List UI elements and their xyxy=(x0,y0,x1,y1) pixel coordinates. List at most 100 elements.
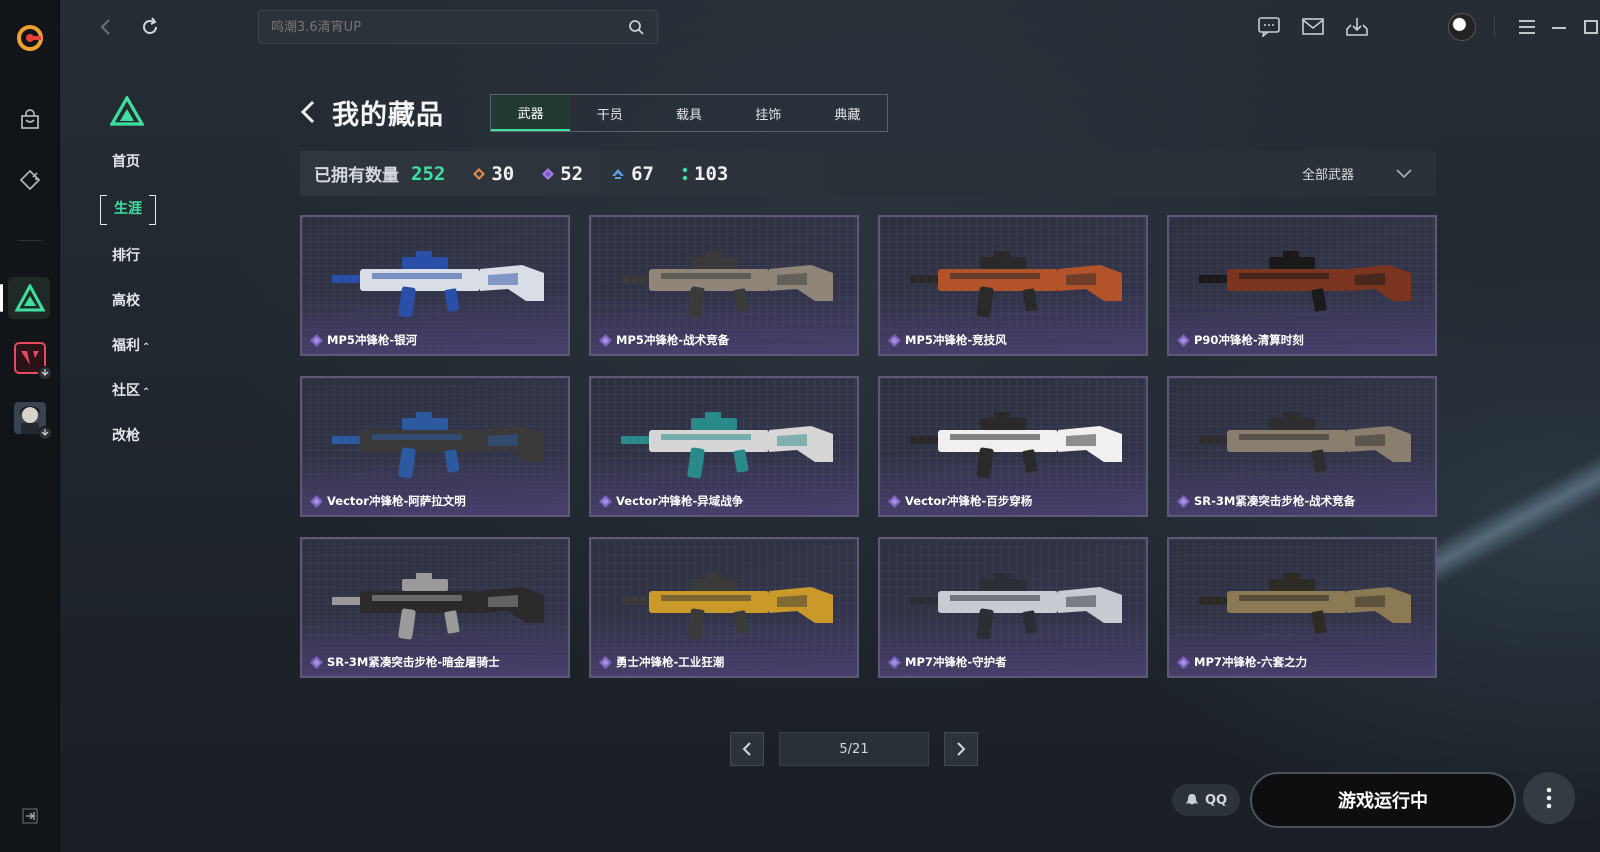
rarity-diamond-icon xyxy=(1177,655,1190,669)
weapon-skin-image xyxy=(332,251,544,318)
weapon-name-text: SR-3M紧凑突击步枪-战术竞备 xyxy=(1194,494,1356,508)
game-running-button[interactable]: 游戏运行中 xyxy=(1250,772,1516,828)
subnav-ranking[interactable]: 排行 xyxy=(112,244,180,268)
weapon-card[interactable]: P90冲锋枪-清算时刻 xyxy=(1167,215,1437,356)
owned-total: 252 xyxy=(411,162,446,185)
rarity-purple-count: 52 xyxy=(560,162,584,185)
rarity-diamond-icon xyxy=(310,494,323,508)
weapon-card[interactable]: Vector冲锋枪-百步穿杨 xyxy=(878,376,1148,517)
mail-icon[interactable] xyxy=(1300,14,1326,40)
weapon-skin-image xyxy=(1199,412,1411,473)
weapon-skin-image xyxy=(332,573,544,640)
weapon-card[interactable]: MP7冲锋枪-守护者 xyxy=(878,537,1148,678)
weapon-card[interactable]: SR-3M紧凑突击步枪-战术竞备 xyxy=(1167,376,1437,517)
store-bag-icon[interactable] xyxy=(10,100,50,140)
chevron-left-icon xyxy=(742,742,751,756)
weapon-name-text: Vector冲锋枪-阿萨拉文明 xyxy=(327,494,466,508)
subnav-home[interactable]: 首页 xyxy=(112,150,180,174)
subnav-college[interactable]: 高校 xyxy=(112,289,180,313)
weapon-filter-dropdown[interactable]: 全部武器 xyxy=(1302,151,1412,196)
tab-operators[interactable]: 干员 xyxy=(570,95,649,131)
weapon-skin-image xyxy=(621,251,833,318)
rarity-diamond-icon xyxy=(888,655,901,669)
caret-up-icon: ⌃ xyxy=(142,387,151,398)
weapon-skin-image xyxy=(910,573,1122,640)
subnav-community[interactable]: 社区 ⌃ xyxy=(112,379,180,403)
tab-weapons[interactable]: 武器 xyxy=(491,95,571,131)
vertical-dots-icon xyxy=(1546,787,1552,809)
search-icon[interactable] xyxy=(627,18,645,36)
blue-chevron-icon xyxy=(612,168,625,179)
qq-penguin-icon xyxy=(1185,794,1198,805)
weapon-name-text: MP5冲锋枪-银河 xyxy=(327,333,418,347)
top-bar xyxy=(60,0,1600,54)
weapon-name-text: P90冲锋枪-清算时刻 xyxy=(1194,333,1304,347)
weapon-card[interactable]: Vector冲锋枪-异域战争 xyxy=(589,376,859,517)
game-tag-icon[interactable] xyxy=(10,160,50,200)
delta-force-logo-icon xyxy=(109,94,145,128)
green-dots-icon xyxy=(682,167,688,180)
user-avatar[interactable] xyxy=(1448,13,1476,41)
weapon-skin-image xyxy=(1199,573,1411,634)
chevron-down-icon xyxy=(1396,168,1412,178)
refresh-icon[interactable] xyxy=(136,13,164,41)
left-rail xyxy=(0,0,60,852)
chat-icon[interactable] xyxy=(1256,14,1282,40)
search-input[interactable] xyxy=(271,19,627,35)
search-bar[interactable] xyxy=(258,10,658,44)
weapon-name-text: SR-3M紧凑突击步枪-暗金屠骑士 xyxy=(327,655,500,669)
valorant-game-icon[interactable] xyxy=(10,338,52,380)
rail-active-indicator xyxy=(0,284,3,312)
delta-force-game-icon[interactable] xyxy=(10,278,50,318)
more-options-button[interactable] xyxy=(1523,772,1575,824)
subnav-gunsmith[interactable]: 改枪 xyxy=(112,424,180,448)
qq-button[interactable]: QQ xyxy=(1172,784,1240,816)
next-page-button[interactable] xyxy=(944,732,978,766)
page-back-icon[interactable] xyxy=(300,97,324,127)
back-icon[interactable] xyxy=(92,13,120,41)
rarity-diamond-icon xyxy=(888,494,901,508)
weapon-name-text: MP5冲锋枪-竞技风 xyxy=(905,333,1007,347)
weapon-name-text: MP7冲锋枪-守护者 xyxy=(905,655,1007,669)
weapon-card[interactable]: SR-3M紧凑突击步枪-暗金屠骑士 xyxy=(300,537,570,678)
rarity-blue-stat: 67 xyxy=(611,163,654,185)
page-indicator: 5/21 xyxy=(779,732,929,766)
rarity-orange-stat: 30 xyxy=(473,163,514,185)
tab-vehicles[interactable]: 载具 xyxy=(649,95,728,131)
subnav-welfare[interactable]: 福利 ⌃ xyxy=(112,334,180,358)
app-logo-icon[interactable] xyxy=(10,18,50,58)
download-manager-icon[interactable] xyxy=(1344,14,1370,40)
rarity-diamond-icon xyxy=(1177,494,1190,508)
anime-game-icon[interactable] xyxy=(10,398,52,440)
toolbar-divider xyxy=(1494,16,1495,38)
menu-icon[interactable] xyxy=(1514,14,1540,40)
weapon-name-text: MP5冲锋枪-战术竞备 xyxy=(616,333,730,347)
download-badge-icon xyxy=(38,426,52,440)
weapon-card[interactable]: MP5冲锋枪-战术竞备 xyxy=(589,215,859,356)
minimize-icon[interactable] xyxy=(1546,14,1572,40)
weapon-card[interactable]: MP5冲锋枪-银河 xyxy=(300,215,570,356)
rarity-blue-count: 67 xyxy=(631,162,654,185)
maximize-icon[interactable] xyxy=(1578,14,1600,40)
weapon-name-text: 勇士冲锋枪-工业狂潮 xyxy=(616,655,725,669)
rarity-diamond-icon xyxy=(599,333,612,347)
weapon-name-text: MP7冲锋枪-六套之力 xyxy=(1194,655,1308,669)
collapse-sidebar-icon[interactable] xyxy=(20,806,40,826)
orange-diamond-icon xyxy=(473,167,486,180)
rail-divider xyxy=(18,240,42,241)
owned-count-label: 已拥有数量 xyxy=(314,166,399,186)
game-sub-navigation: 首页 生涯 排行 高校 福利 ⌃ 社区 ⌃ 改枪 xyxy=(100,94,180,469)
weapon-card[interactable]: MP5冲锋枪-竞技风 xyxy=(878,215,1148,356)
subnav-career[interactable]: 生涯 xyxy=(100,195,156,225)
weapon-card[interactable]: 勇士冲锋枪-工业狂潮 xyxy=(589,537,859,678)
tab-charms[interactable]: 挂饰 xyxy=(729,95,808,131)
weapon-card-name: SR-3M紧凑突击步枪-暗金屠骑士 xyxy=(310,654,500,670)
prev-page-button[interactable] xyxy=(730,732,764,766)
tab-collectibles[interactable]: 典藏 xyxy=(808,95,887,131)
subnav-welfare-label: 福利 xyxy=(112,338,140,354)
weapon-card[interactable]: MP7冲锋枪-六套之力 xyxy=(1167,537,1437,678)
weapon-card-name: MP7冲锋枪-守护者 xyxy=(888,654,1007,670)
rarity-diamond-icon xyxy=(599,655,612,669)
page-title: 我的藏品 xyxy=(332,99,444,131)
weapon-card[interactable]: Vector冲锋枪-阿萨拉文明 xyxy=(300,376,570,517)
